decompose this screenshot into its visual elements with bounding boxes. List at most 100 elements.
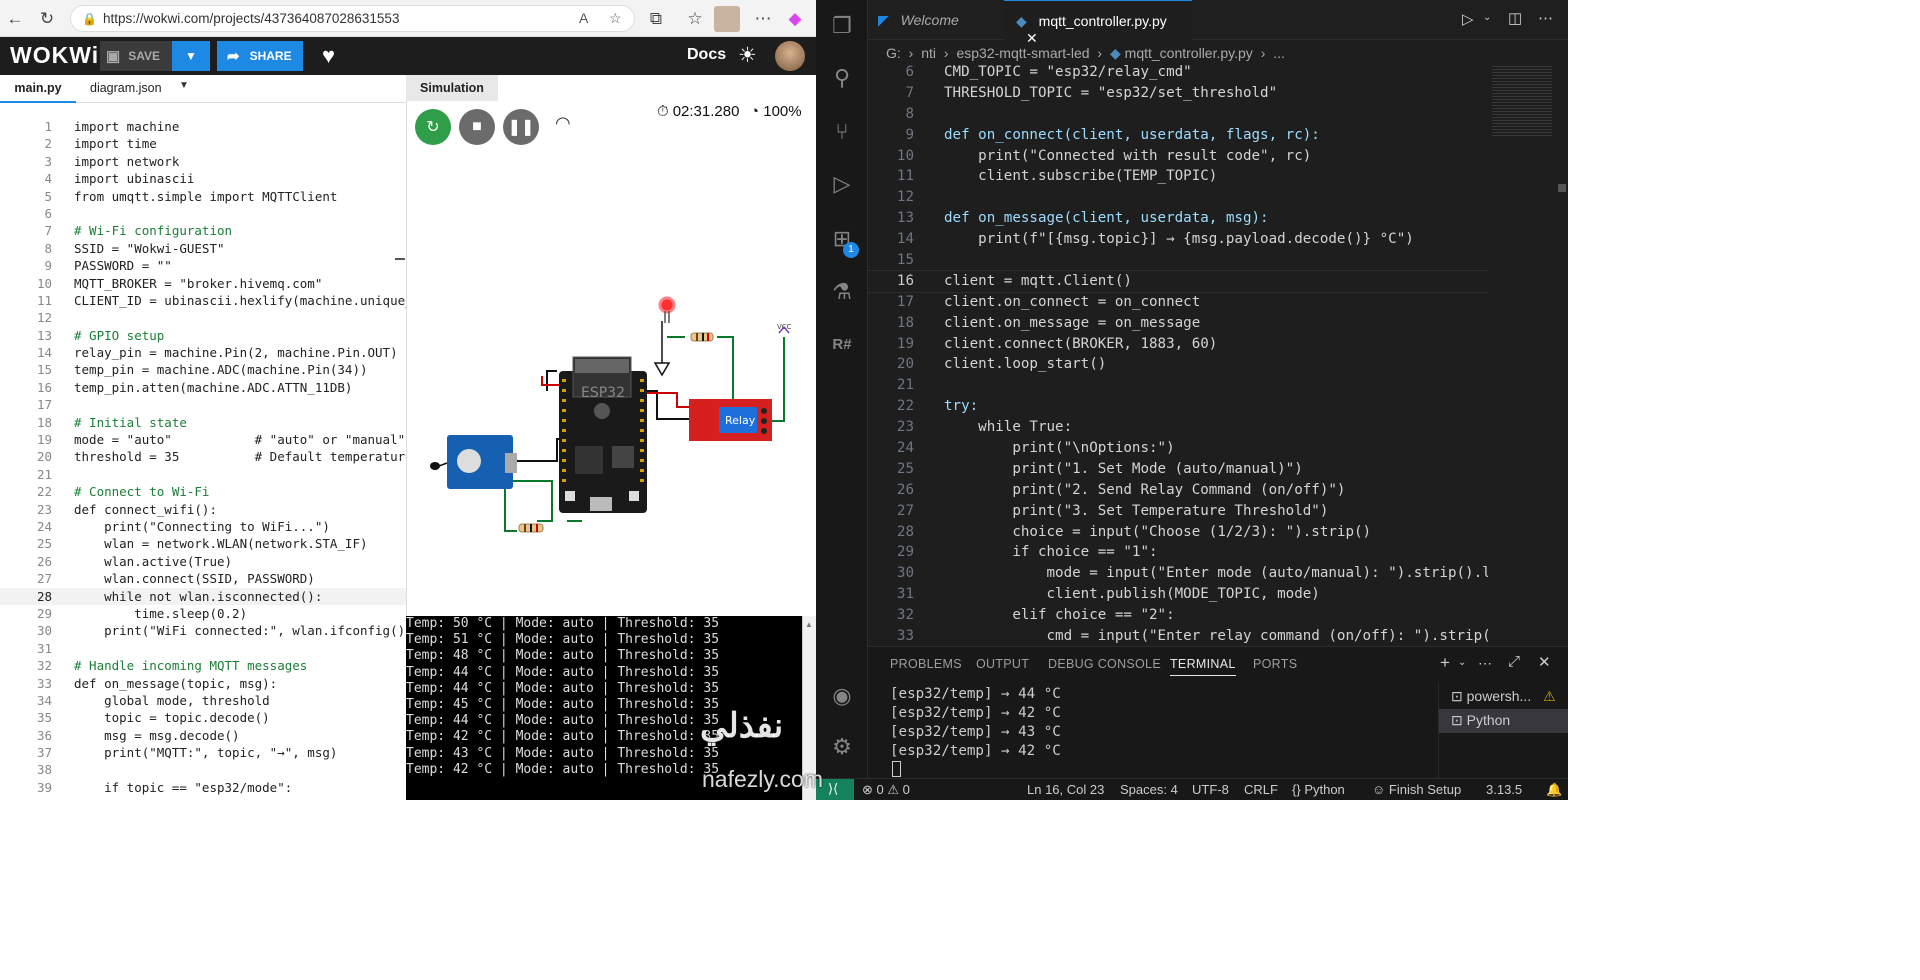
- code-line: 13 def on_message(client, userdata, msg):: [868, 208, 1488, 229]
- terminal-item-powershell[interactable]: ⊡ powersh... ⚠: [1439, 685, 1568, 709]
- terminal-dropdown-icon[interactable]: ⌄: [1458, 657, 1466, 668]
- language-mode[interactable]: {} Python: [1292, 782, 1345, 797]
- line-text: # Connect to Wi-Fi: [74, 484, 210, 500]
- terminal-output[interactable]: [esp32/temp] → 44 °C [esp32/temp] → 42 °C…: [890, 685, 1061, 761]
- code-editor[interactable]: 1 import machine 2 import time 3 import netwo…: [0, 118, 406, 800]
- tabs-dropdown-icon[interactable]: ▼: [179, 80, 189, 91]
- minimap-preview: [1492, 66, 1552, 136]
- run-debug-icon[interactable]: ▷: [828, 170, 856, 198]
- extensions-icon[interactable]: ⧉: [643, 6, 669, 32]
- line-text: # Initial state: [74, 414, 187, 430]
- problems-status[interactable]: ⊗ 0 ⚠ 0: [862, 782, 910, 798]
- account-icon[interactable]: ◉: [828, 682, 856, 710]
- breadcrumb-drive[interactable]: G:: [886, 45, 901, 61]
- code-line: 28 while not wlan.isconnected():: [0, 587, 406, 605]
- heart-icon[interactable]: ♥: [322, 43, 335, 69]
- favorite-icon[interactable]: ☆: [609, 10, 622, 27]
- run-icon[interactable]: ▷: [1462, 10, 1474, 28]
- address-bar[interactable]: 🔒 https://wokwi.com/projects/43736408702…: [70, 5, 635, 32]
- breadcrumb-nti[interactable]: nti: [921, 45, 936, 61]
- code-line: 31 client.publish(MODE_TOPIC, mode): [868, 584, 1488, 605]
- testing-icon[interactable]: ⚗: [828, 278, 856, 306]
- more-actions-icon[interactable]: ⋯: [1538, 9, 1553, 27]
- explorer-icon[interactable]: ❐: [828, 12, 856, 40]
- browser-menu-icon[interactable]: ⋯: [750, 6, 776, 32]
- share-button[interactable]: ➦ SHARE: [217, 41, 303, 71]
- tab-problems[interactable]: PROBLEMS: [890, 657, 962, 671]
- code-line: 21: [868, 375, 1488, 396]
- line-text: relay_pin = machine.Pin(2, machine.Pin.O…: [74, 345, 398, 361]
- line-number: 6: [905, 64, 914, 80]
- line-text: import time: [74, 136, 157, 152]
- tab-welcome[interactable]: ◤ Welcome: [868, 0, 1003, 40]
- code-line: 30 mode = input("Enter mode (auto/manual…: [868, 563, 1488, 584]
- avatar[interactable]: [775, 41, 805, 71]
- breadcrumb-file[interactable]: mqtt_controller.py.py: [1125, 45, 1253, 61]
- tab-simulation[interactable]: Simulation: [406, 75, 498, 101]
- tab-debug-console[interactable]: DEBUG CONSOLE: [1048, 657, 1161, 671]
- code-line: 7 THRESHOLD_TOPIC = "esp32/set_threshold": [868, 83, 1488, 104]
- line-text: time.sleep(0.2): [74, 605, 248, 621]
- close-panel-icon[interactable]: ✕: [1538, 653, 1551, 671]
- save-dropdown-button[interactable]: ▼: [172, 41, 210, 71]
- breadcrumb-more[interactable]: ...: [1273, 45, 1285, 61]
- source-control-icon[interactable]: ⑂: [828, 118, 856, 146]
- panel-more-icon[interactable]: ⋯: [1478, 655, 1492, 672]
- breadcrumb-project[interactable]: esp32-mqtt-smart-led: [956, 45, 1089, 61]
- indentation[interactable]: Spaces: 4: [1120, 782, 1178, 797]
- line-number: 27: [36, 571, 52, 587]
- tab-diagram-json[interactable]: diagram.json: [90, 75, 162, 103]
- scrollbar-thumb[interactable]: [1558, 184, 1566, 192]
- python-version[interactable]: 3.13.5: [1486, 782, 1522, 797]
- new-terminal-icon[interactable]: +: [1440, 653, 1450, 673]
- maximize-panel-icon[interactable]: ⤢: [1508, 653, 1520, 670]
- settings-gear-icon[interactable]: ⚙: [828, 733, 856, 761]
- back-icon[interactable]: ←: [2, 6, 28, 32]
- notifications-icon[interactable]: 🔔: [1546, 782, 1562, 798]
- minimap[interactable]: [1488, 62, 1568, 646]
- code-line: 17: [0, 396, 406, 413]
- line-text: temp_pin = machine.ADC(machine.Pin(34)): [74, 362, 368, 378]
- terminal-item-python[interactable]: ⊡ Python: [1439, 709, 1568, 733]
- error-count: 0: [876, 782, 884, 797]
- code-line: 11 client.subscribe(TEMP_TOPIC): [868, 166, 1488, 187]
- tab-mqtt-controller[interactable]: ◆ mqtt_controller.py.py ✕: [1004, 0, 1192, 46]
- docs-link[interactable]: Docs: [687, 46, 726, 64]
- save-button[interactable]: ▣ SAVE: [100, 41, 172, 71]
- copilot-icon[interactable]: ◆: [782, 6, 808, 32]
- search-icon[interactable]: ⚲: [828, 64, 856, 92]
- theme-toggle-icon[interactable]: ☀: [738, 43, 757, 68]
- tab-output[interactable]: OUTPUT: [976, 657, 1029, 671]
- favorites-icon[interactable]: ☆: [682, 6, 708, 32]
- run-dropdown-icon[interactable]: ⌄: [1483, 12, 1491, 23]
- code-line: 19 mode = "auto" # "auto" or "manual": [0, 431, 406, 448]
- tab-ports[interactable]: PORTS: [1253, 657, 1297, 671]
- code-line: 24 print("Connecting to WiFi..."): [0, 518, 406, 535]
- line-ending[interactable]: CRLF: [1244, 782, 1278, 797]
- resharper-icon[interactable]: R#: [828, 330, 856, 358]
- vscode-code-editor[interactable]: 6 CMD_TOPIC = "esp32/relay_cmd" 7 THRESHOLD…: [868, 62, 1488, 646]
- save-label: SAVE: [128, 49, 160, 63]
- line-number: 35: [36, 710, 52, 726]
- code-line: 16 client = mqtt.Client(): [868, 269, 1488, 293]
- read-aloud-icon[interactable]: A: [579, 10, 588, 26]
- line-text: client.connect(BROKER, 1883, 60): [944, 335, 1218, 352]
- tab-main-py[interactable]: main.py: [0, 75, 76, 103]
- line-number: 12: [896, 189, 914, 206]
- encoding[interactable]: UTF-8: [1192, 782, 1229, 797]
- cursor-position[interactable]: Ln 16, Col 23: [1027, 782, 1104, 797]
- watermark-arabic: نفذلي: [700, 707, 784, 745]
- line-text: CLIENT_ID = ubinascii.hexlify(machine.un…: [74, 292, 406, 308]
- code-line: 8 SSID = "Wokwi-GUEST": [0, 240, 406, 257]
- line-text: import machine: [74, 119, 180, 134]
- led-red[interactable]: [658, 296, 676, 314]
- profile-icon[interactable]: [714, 6, 740, 32]
- split-editor-icon[interactable]: ◫: [1508, 9, 1522, 27]
- tab-terminal[interactable]: TERMINAL: [1170, 657, 1236, 676]
- simulation-canvas[interactable]: ↻ ■ ❚❚ ◠ ⏱ 02:31.280 ◔ 100% ESP32 Relay …: [406, 101, 816, 616]
- refresh-icon[interactable]: ↻: [34, 6, 60, 32]
- finish-setup[interactable]: ☺ Finish Setup: [1372, 782, 1461, 797]
- line-number: 21: [36, 466, 52, 482]
- wokwi-logo[interactable]: WOKWi: [10, 42, 99, 69]
- code-line: 14 relay_pin = machine.Pin(2, machine.Pin…: [0, 344, 406, 361]
